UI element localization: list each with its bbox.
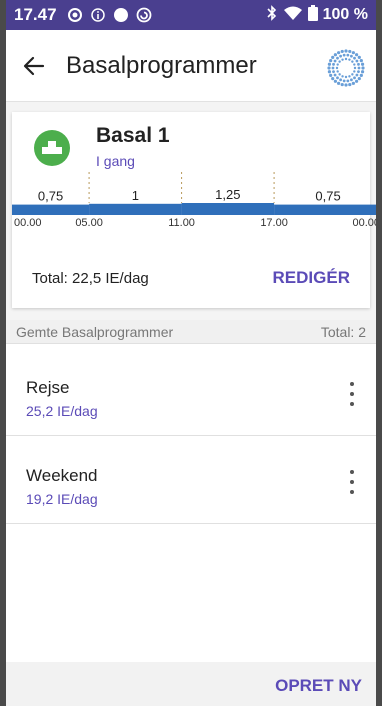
list-item[interactable]: Rejse 25,2 IE/dag bbox=[6, 348, 376, 436]
basal-segment-bar bbox=[181, 203, 275, 215]
time-tick-label: 05.00 bbox=[75, 217, 103, 229]
battery-percent: 100 % bbox=[322, 6, 368, 23]
basal-rate-label: 0,75 bbox=[38, 189, 63, 204]
status-right: 100 % bbox=[266, 4, 368, 26]
active-program-area: Basal 1 I gang 0,75 1 1,25 0,75 00.00 05.00 11… bbox=[6, 102, 376, 320]
saved-program-name: Weekend bbox=[26, 466, 98, 485]
target-icon bbox=[67, 7, 83, 23]
bluetooth-icon bbox=[266, 4, 278, 26]
page-title: Basalprogrammer bbox=[66, 51, 257, 79]
wifi-icon bbox=[283, 5, 303, 26]
pod-ring-icon[interactable] bbox=[326, 48, 366, 88]
program-name: Basal 1 bbox=[96, 124, 170, 147]
sync-icon bbox=[136, 7, 152, 23]
basal-rate-label: 1,25 bbox=[215, 187, 240, 202]
bottom-bar: OPRET NY bbox=[6, 662, 376, 706]
saved-program-dose: 25,2 IE/dag bbox=[26, 403, 98, 419]
status-bar: 17.47 100 % bbox=[6, 0, 376, 30]
clock: 17.47 bbox=[14, 5, 57, 24]
basal-segment-bar bbox=[89, 203, 182, 215]
basal-segment-bar bbox=[12, 204, 90, 215]
saved-program-name: Rejse bbox=[26, 378, 70, 397]
program-status: I gang bbox=[96, 153, 135, 169]
basal-rate-label: 1 bbox=[132, 188, 139, 203]
back-button[interactable] bbox=[12, 44, 56, 88]
active-program-card: Basal 1 I gang 0,75 1 1,25 0,75 00.00 05.00 11… bbox=[12, 112, 376, 308]
edit-button[interactable]: REDIGÉR bbox=[273, 264, 350, 292]
saved-program-dose: 19,2 IE/dag bbox=[26, 491, 98, 507]
create-new-button[interactable]: OPRET NY bbox=[275, 676, 362, 696]
battery-icon bbox=[307, 4, 318, 26]
circle-icon bbox=[113, 7, 129, 23]
info-icon bbox=[90, 7, 106, 23]
screen: 17.47 100 % Basalprogrammer Basal 1 I ga… bbox=[0, 0, 382, 706]
time-tick-label: 17.00 bbox=[260, 217, 288, 229]
list-item[interactable]: Weekend 19,2 IE/dag bbox=[6, 436, 376, 524]
saved-programs-label: Gemte Basalprogrammer bbox=[16, 323, 174, 340]
saved-programs-header: Gemte Basalprogrammer Total: 2 bbox=[6, 320, 376, 344]
basal-program-icon bbox=[34, 130, 70, 166]
time-tick-label: 00.00 bbox=[352, 217, 380, 229]
basal-rate-label: 0,75 bbox=[315, 189, 340, 204]
basal-segment-bar bbox=[274, 204, 376, 215]
saved-programs-total: Total: 2 bbox=[320, 323, 366, 340]
app-bar: Basalprogrammer bbox=[6, 30, 376, 102]
arrow-left-icon bbox=[23, 56, 45, 75]
more-vert-icon[interactable] bbox=[340, 380, 364, 408]
time-tick-label: 11.00 bbox=[168, 217, 195, 229]
program-total: Total: 22,5 IE/dag bbox=[32, 270, 149, 287]
basal-chart: 0,75 1 1,25 0,75 00.00 05.00 11.00 17.00 00.00 bbox=[12, 172, 376, 232]
more-vert-icon[interactable] bbox=[340, 468, 364, 496]
time-tick-label: 00.00 bbox=[14, 217, 42, 229]
